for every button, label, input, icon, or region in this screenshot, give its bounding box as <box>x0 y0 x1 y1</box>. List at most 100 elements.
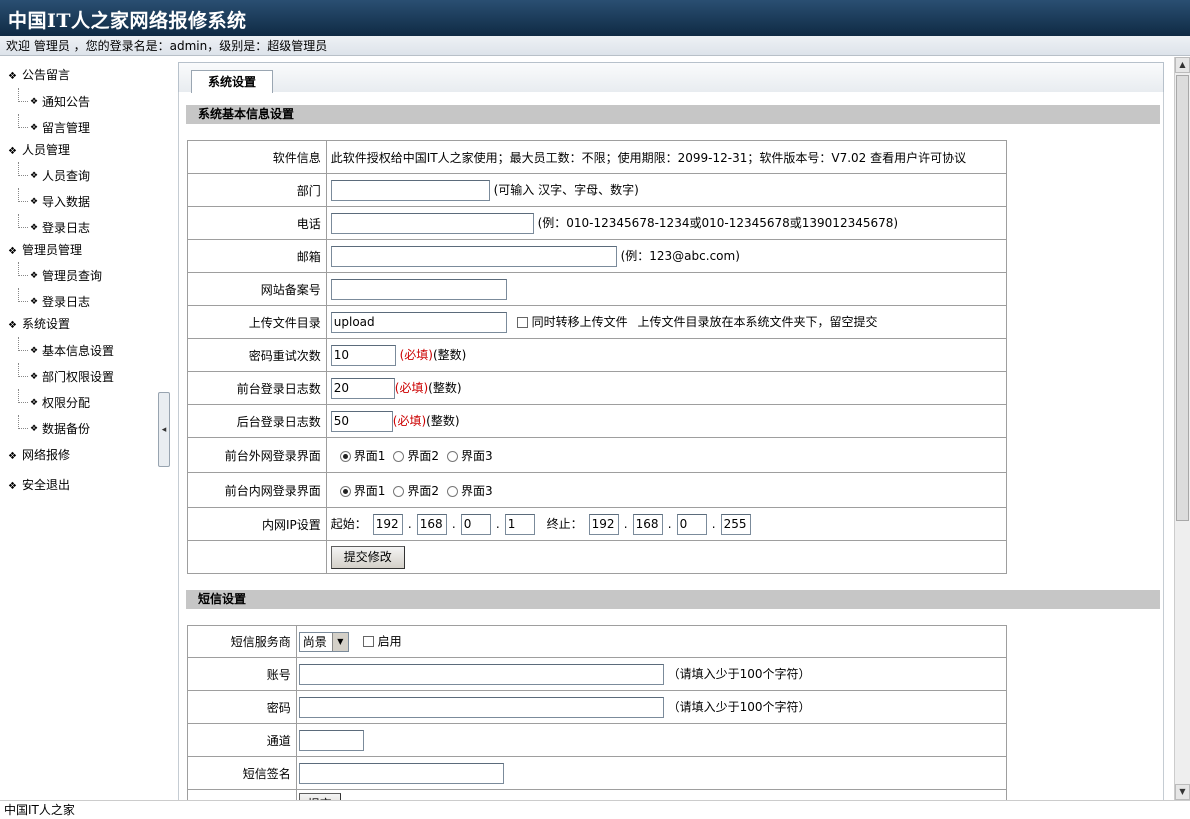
header-bar: 中国IT人之家网络报修系统 <box>0 0 1190 36</box>
email-input[interactable] <box>330 245 617 267</box>
phone-label: 电话 <box>187 206 327 240</box>
footer: 中国IT人之家 <box>0 800 1190 818</box>
int-ui2-radio[interactable] <box>393 485 405 497</box>
license-link[interactable]: 查看用户许可协议 <box>870 151 966 165</box>
diamond-icon: ❖ <box>30 424 39 434</box>
diamond-icon: ❖ <box>8 246 17 257</box>
sidebar-group-system[interactable]: ❖ 系统设置 <box>8 316 70 334</box>
sms-account-label: 账号 <box>187 657 297 691</box>
sms-settings-table: 短信服务商 尚景 ▼ 启用 账号 （请填入少于100个字符） 密码 （请填入少于1… <box>187 625 1008 800</box>
sidebar-group-admins[interactable]: ❖ 管理员管理 <box>8 242 82 260</box>
welcome-bar: 欢迎 管理员 ，您的登录名是：admin，级别是：超级管理员 <box>0 36 1190 56</box>
sidebar-logout[interactable]: ❖ 安全退出 <box>8 477 70 495</box>
ip-start-4[interactable]: 1 <box>504 513 535 535</box>
ext-ui1-radio[interactable] <box>339 450 351 462</box>
content-area: 系统基本信息设置 软件信息 此软件授权给中国IT人之家使用；最大员工数：不限；使… <box>178 92 1164 800</box>
phone-input[interactable] <box>330 212 534 234</box>
app-title: 中国IT人之家网络报修系统 <box>8 10 247 32</box>
sidebar-item-import[interactable]: ❖ 导入数据 <box>18 188 90 210</box>
diamond-icon: ❖ <box>30 398 39 408</box>
tab-system-settings[interactable]: 系统设置 <box>191 70 273 93</box>
dept-hint: (可输入 汉字、字母、数字) <box>493 182 639 197</box>
software-info-text: 此软件授权给中国IT人之家使用；最大员工数：不限；使用期限：2099-12-31… <box>330 150 867 165</box>
required-mark: (必填) <box>394 380 429 395</box>
sms-provider-label: 短信服务商 <box>187 625 297 658</box>
int-ui1-radio[interactable] <box>339 485 351 497</box>
diamond-icon: ❖ <box>8 481 17 492</box>
sidebar-item-admin-query[interactable]: ❖ 管理员查询 <box>18 262 102 284</box>
diamond-icon: ❖ <box>30 171 39 181</box>
ip-label: 内网IP设置 <box>187 507 327 541</box>
sidebar-group-personnel[interactable]: ❖ 人员管理 <box>8 142 70 160</box>
ip-end-2[interactable]: 168 <box>632 513 663 535</box>
integer-hint: (整数) <box>432 347 467 362</box>
basic-settings-table: 软件信息 此软件授权给中国IT人之家使用；最大员工数：不限；使用期限：2099-… <box>187 140 1008 574</box>
submit-changes-button[interactable]: 提交修改 <box>330 545 405 569</box>
diamond-icon: ❖ <box>30 372 39 382</box>
sms-channel-input[interactable] <box>298 729 364 751</box>
vertical-scrollbar[interactable]: ▲ ▼ <box>1174 57 1190 800</box>
ip-start-3[interactable]: 0 <box>460 513 491 535</box>
upload-dir-note: 上传文件目录放在本系统文件夹下，留空提交 <box>637 314 878 329</box>
sms-account-hint: （请填入少于100个字符） <box>667 666 811 681</box>
upload-dir-input[interactable]: upload <box>330 311 507 333</box>
front-log-input[interactable]: 20 <box>330 377 395 399</box>
diamond-icon: ❖ <box>30 271 39 281</box>
chevron-down-icon: ▼ <box>331 632 348 651</box>
back-log-input[interactable]: 50 <box>330 410 393 432</box>
ip-start-2[interactable]: 168 <box>416 513 447 535</box>
ext-ui2-radio[interactable] <box>393 450 405 462</box>
diamond-icon: ❖ <box>8 451 17 462</box>
diamond-icon: ❖ <box>8 146 17 157</box>
pwd-retry-input[interactable]: 10 <box>330 344 396 366</box>
sidebar-item-person-query[interactable]: ❖ 人员查询 <box>18 162 90 184</box>
ip-end-3[interactable]: 0 <box>676 513 707 535</box>
sidebar-item-permission-assign[interactable]: ❖ 权限分配 <box>18 389 90 411</box>
sidebar-item-notice[interactable]: ❖ 通知公告 <box>18 88 90 110</box>
sms-password-label: 密码 <box>187 690 297 724</box>
sms-signature-input[interactable] <box>298 762 504 784</box>
sidebar-toggle-button[interactable]: ◂ <box>158 392 170 467</box>
ip-end-4[interactable]: 255 <box>720 513 751 535</box>
email-label: 邮箱 <box>187 239 327 273</box>
transfer-files-checkbox[interactable] <box>516 316 528 328</box>
sidebar-item-basic-info[interactable]: ❖ 基本信息设置 <box>18 337 114 359</box>
tab-bar: 系统设置 <box>178 62 1164 93</box>
diamond-icon: ❖ <box>30 346 39 356</box>
sidebar-group-announcements[interactable]: ❖ 公告留言 <box>8 67 70 85</box>
sms-channel-label: 通道 <box>187 723 297 757</box>
sidebar-item-login-log[interactable]: ❖ 登录日志 <box>18 214 90 236</box>
ext-ui3-radio[interactable] <box>447 450 459 462</box>
sms-enable-checkbox[interactable] <box>362 636 374 647</box>
sms-password-input[interactable] <box>298 696 664 718</box>
sms-provider-select[interactable]: 尚景 ▼ <box>298 631 349 652</box>
scroll-down-icon[interactable]: ▼ <box>1175 784 1190 800</box>
diamond-icon: ❖ <box>30 197 39 207</box>
section-heading-basic: 系统基本信息设置 <box>186 105 1160 124</box>
sms-enable-label: 启用 <box>377 634 402 648</box>
sidebar-item-admin-login-log[interactable]: ❖ 登录日志 <box>18 288 90 310</box>
sidebar-group-repair[interactable]: ❖ 网络报修 <box>8 447 70 465</box>
sms-submit-button[interactable]: 提交 <box>298 793 341 800</box>
ip-start-label: 起始： <box>330 516 367 531</box>
ip-end-label: 终止： <box>546 516 583 531</box>
dept-input[interactable] <box>330 179 490 201</box>
diamond-icon: ❖ <box>30 297 39 307</box>
diamond-icon: ❖ <box>30 123 39 133</box>
front-log-label: 前台登录日志数 <box>187 371 327 405</box>
ip-end-1[interactable]: 192 <box>588 513 619 535</box>
ip-start-1[interactable]: 192 <box>372 513 403 535</box>
sidebar-item-messages[interactable]: ❖ 留言管理 <box>18 114 90 136</box>
sms-password-hint: （请填入少于100个字符） <box>667 699 811 714</box>
back-log-label: 后台登录日志数 <box>187 404 327 438</box>
scroll-up-icon[interactable]: ▲ <box>1175 57 1190 73</box>
icp-label: 网站备案号 <box>187 272 327 306</box>
transfer-files-label: 同时转移上传文件 <box>531 314 628 329</box>
int-ui3-radio[interactable] <box>447 485 459 497</box>
icp-input[interactable] <box>330 278 507 300</box>
scroll-thumb[interactable] <box>1176 75 1189 521</box>
sidebar-item-dept-permission[interactable]: ❖ 部门权限设置 <box>18 363 114 385</box>
sms-account-input[interactable] <box>298 663 664 685</box>
main-panel: 系统设置 系统基本信息设置 软件信息 此软件授权给中国IT人之家使用；最大员工数… <box>176 57 1174 800</box>
sidebar-item-backup[interactable]: ❖ 数据备份 <box>18 415 90 437</box>
